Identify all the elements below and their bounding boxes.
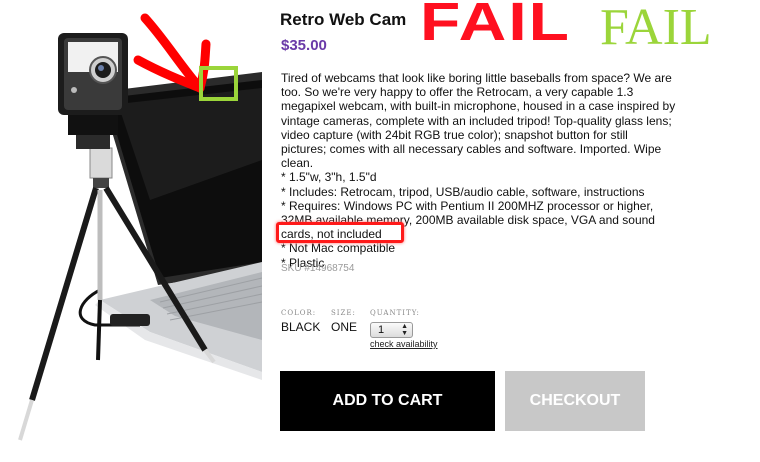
spec-includes: * Includes: Retrocam, tripod, USB/audio …	[281, 184, 645, 199]
add-to-cart-button[interactable]: ADD TO CART	[280, 371, 495, 431]
product-price: $35.00	[281, 37, 327, 54]
color-label: COLOR:	[281, 309, 317, 317]
annotation-overlay	[133, 13, 238, 101]
check-availability-link[interactable]: check availability	[370, 339, 438, 349]
fail-text-green: FAIL	[600, 0, 712, 56]
spec-not-mac: * Not Mac compatible	[281, 241, 396, 256]
not-mac-highlight-box	[276, 222, 404, 243]
quantity-stepper[interactable]: 1 ▲ ▼	[370, 322, 413, 338]
spec-dimensions: * 1.5"w, 3"h, 1.5"d	[281, 170, 377, 185]
quantity-label: QUANTITY:	[370, 309, 420, 317]
checkout-button[interactable]: CHECKOUT	[505, 371, 645, 431]
size-value: ONE	[331, 320, 358, 334]
fail-text-red: FAIL	[420, 0, 571, 52]
product-sku: SKU #14968754	[281, 263, 355, 274]
size-label: SIZE:	[331, 309, 356, 317]
description-text: Tired of webcams that look like boring l…	[281, 71, 676, 171]
stepper-arrows-icon[interactable]: ▲ ▼	[401, 323, 408, 337]
color-value: BLACK	[281, 320, 321, 334]
quantity-value: 1	[378, 324, 385, 336]
product-title: Retro Web Cam	[280, 10, 407, 29]
